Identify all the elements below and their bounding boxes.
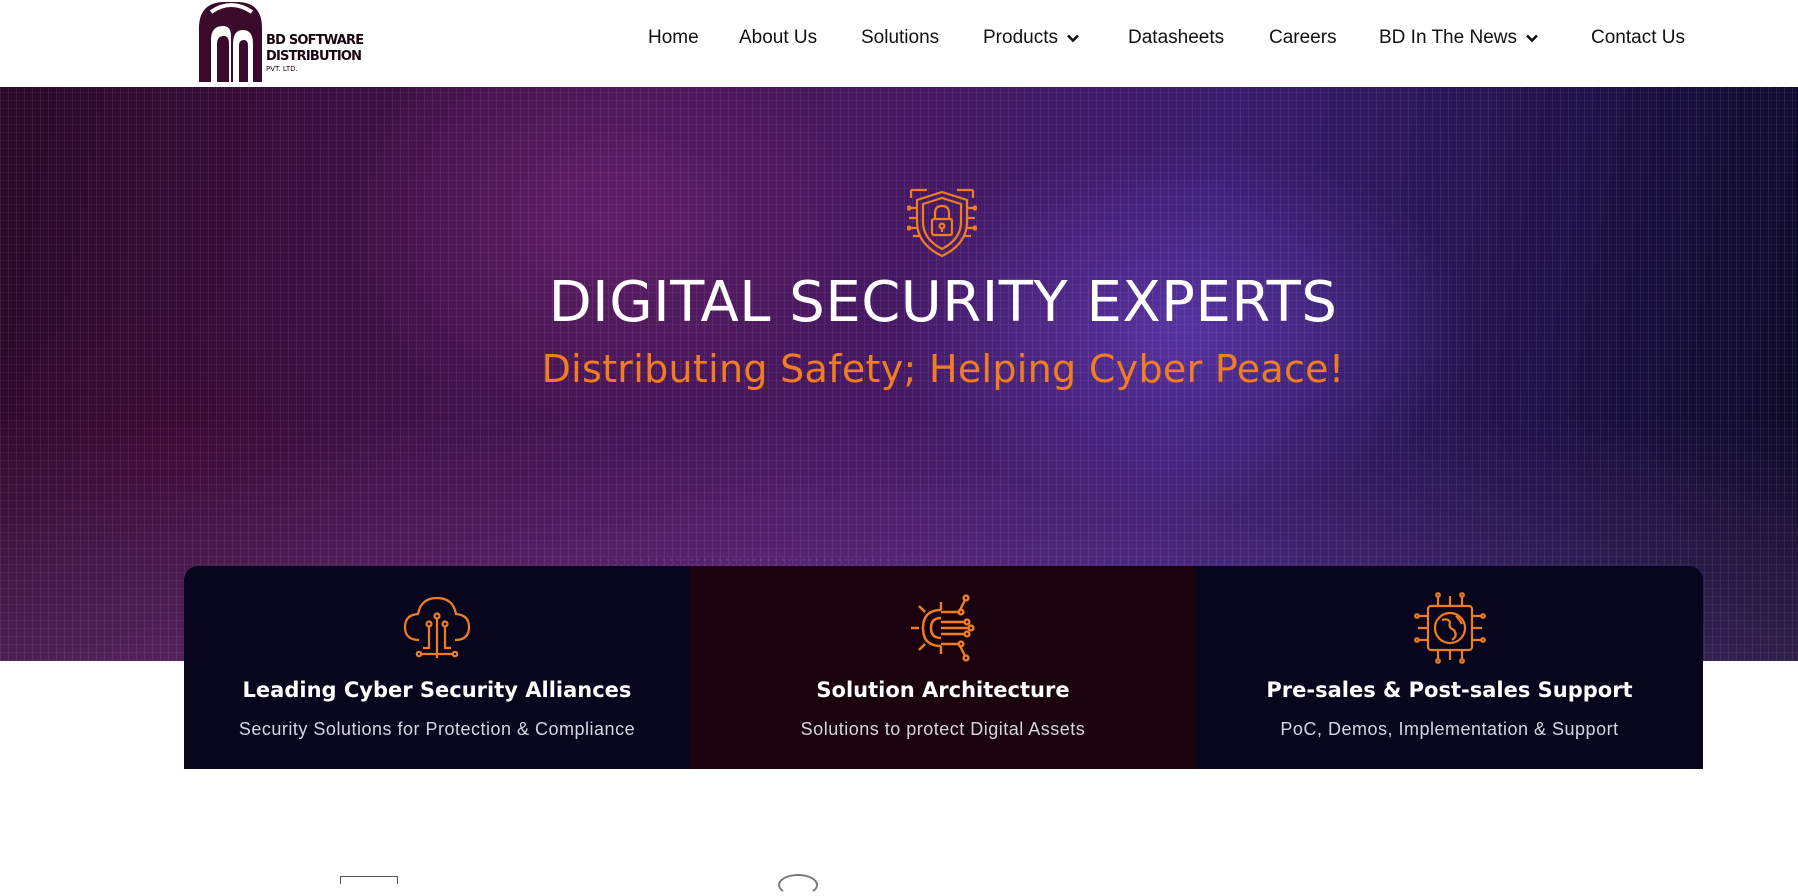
nav-home[interactable]: Home (648, 27, 699, 49)
feature-cards: Leading Cyber Security Alliances Securit… (184, 566, 1703, 769)
nav-label: Datasheets (1128, 27, 1225, 48)
gear-circuit-icon (911, 594, 975, 662)
chevron-down-icon (1067, 34, 1079, 43)
nav-label: About Us (739, 27, 818, 48)
shield-lock-circuit-icon (907, 188, 977, 258)
feature-title: Solution Architecture (816, 678, 1070, 702)
nav-label: Contact Us (1591, 27, 1685, 48)
hero-title: DIGITAL SECURITY EXPERTS (548, 270, 1338, 335)
logo-mark-icon (199, 2, 262, 82)
nav-contact-us[interactable]: Contact Us (1591, 27, 1685, 49)
globe-circuit-icon (1413, 592, 1486, 664)
logo-line-1: BD SOFTWARE (266, 33, 364, 48)
feature-title: Pre-sales & Post-sales Support (1266, 678, 1633, 702)
nav-products[interactable]: Products (983, 27, 1080, 49)
feature-card-architecture[interactable]: Solution Architecture Solutions to prote… (690, 566, 1196, 769)
nav-label: Home (648, 27, 699, 48)
nav-solutions[interactable]: Solutions (861, 27, 939, 49)
logo-text: BD SOFTWARE DISTRIBUTION PVT. LTD. (266, 33, 364, 73)
feature-title: Leading Cyber Security Alliances (242, 678, 632, 702)
feature-card-alliances[interactable]: Leading Cyber Security Alliances Securit… (184, 566, 690, 769)
company-logo[interactable]: BD SOFTWARE DISTRIBUTION PVT. LTD. (197, 0, 372, 82)
nav-label: BD In The News (1379, 27, 1517, 48)
nav-about-us[interactable]: About Us (739, 27, 817, 49)
feature-description: PoC, Demos, Implementation & Support (1280, 719, 1619, 739)
feature-card-support[interactable]: Pre-sales & Post-sales Support PoC, Demo… (1196, 566, 1703, 769)
hero-subtitle: Distributing Safety; Helping Cyber Peace… (541, 347, 1345, 391)
nav-bd-in-the-news[interactable]: BD In The News (1379, 27, 1539, 49)
partner-logo[interactable] (778, 874, 818, 896)
logo-line-3: PVT. LTD. (266, 65, 298, 73)
logo-line-2: DISTRIBUTION (266, 49, 362, 64)
cloud-circuit-icon (403, 596, 471, 658)
nav-label: Careers (1269, 27, 1337, 48)
feature-description: Solutions to protect Digital Assets (800, 719, 1086, 739)
chevron-down-icon (1526, 34, 1538, 43)
site-header: BD SOFTWARE DISTRIBUTION PVT. LTD. Home … (0, 0, 1798, 87)
nav-careers[interactable]: Careers (1269, 27, 1337, 49)
feature-description: Security Solutions for Protection & Comp… (238, 719, 636, 739)
nav-label: Solutions (861, 27, 940, 48)
nav-datasheets[interactable]: Datasheets (1128, 27, 1224, 49)
nav-label: Products (983, 27, 1058, 48)
